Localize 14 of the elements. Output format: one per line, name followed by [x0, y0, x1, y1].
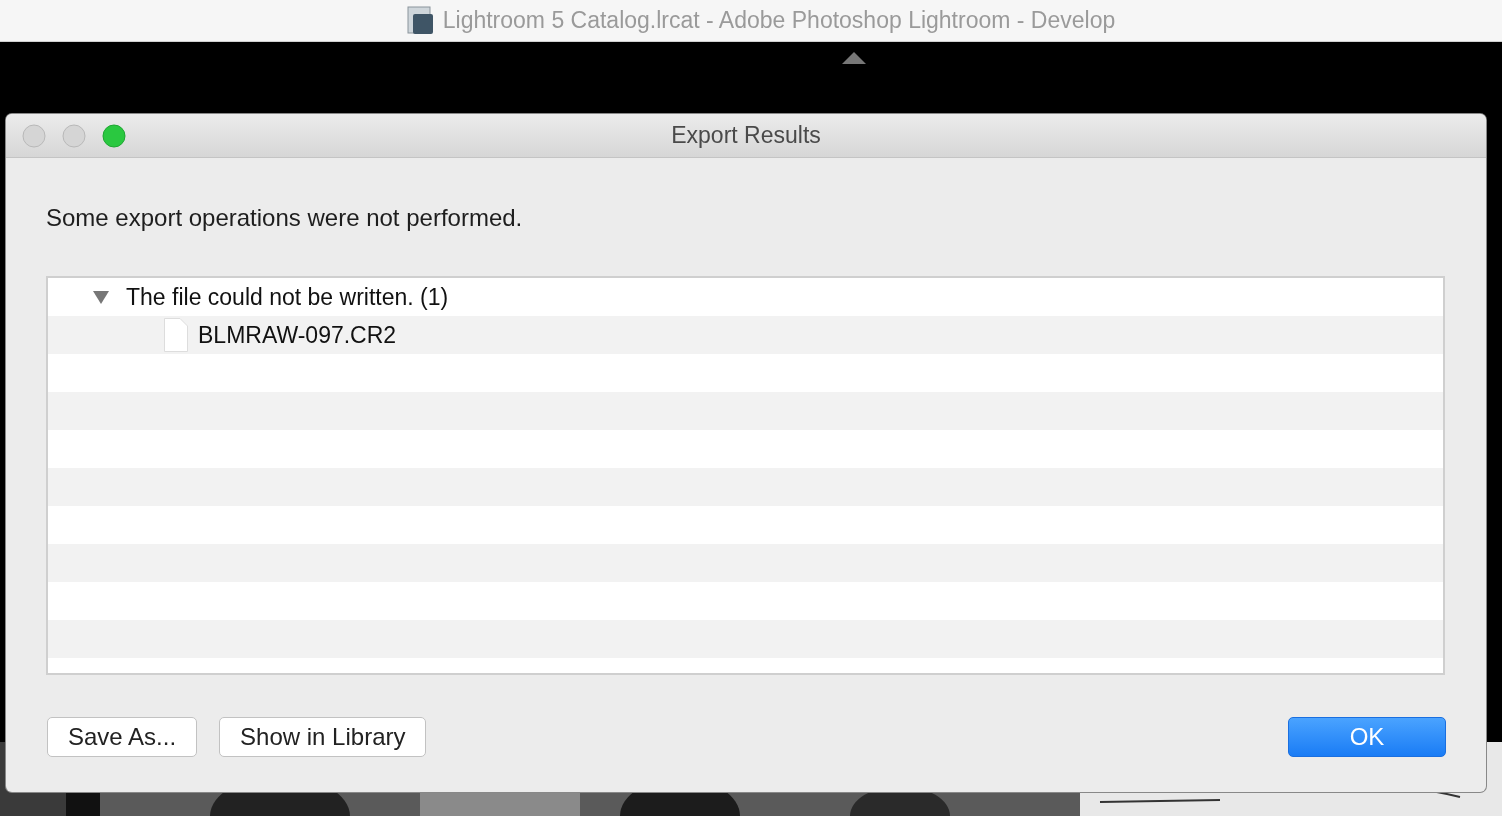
zoom-icon[interactable]: [102, 124, 126, 148]
close-icon[interactable]: [22, 124, 46, 148]
catalog-file-icon: [406, 5, 435, 36]
disclosure-triangle-icon[interactable]: [92, 289, 110, 305]
dialog-button[interactable]: Show in Library: [219, 717, 427, 757]
dialog-title: Export Results: [671, 121, 821, 151]
minimize-icon[interactable]: [62, 124, 86, 148]
collapse-arrow-icon[interactable]: [842, 52, 866, 64]
message-text: Some export operations were not performed.: [46, 203, 524, 233]
document-icon: [164, 318, 188, 352]
window-title: Lightroom 5 Catalog.lrcat - Adobe Photoshop Lightroom - Develop: [442, 6, 1116, 36]
dialog-button[interactable]: Save As...: [47, 717, 198, 757]
group-label[interactable]: The file could not be written. (1): [126, 279, 449, 315]
file-name[interactable]: BLMRAW-097.CR2: [198, 317, 397, 353]
